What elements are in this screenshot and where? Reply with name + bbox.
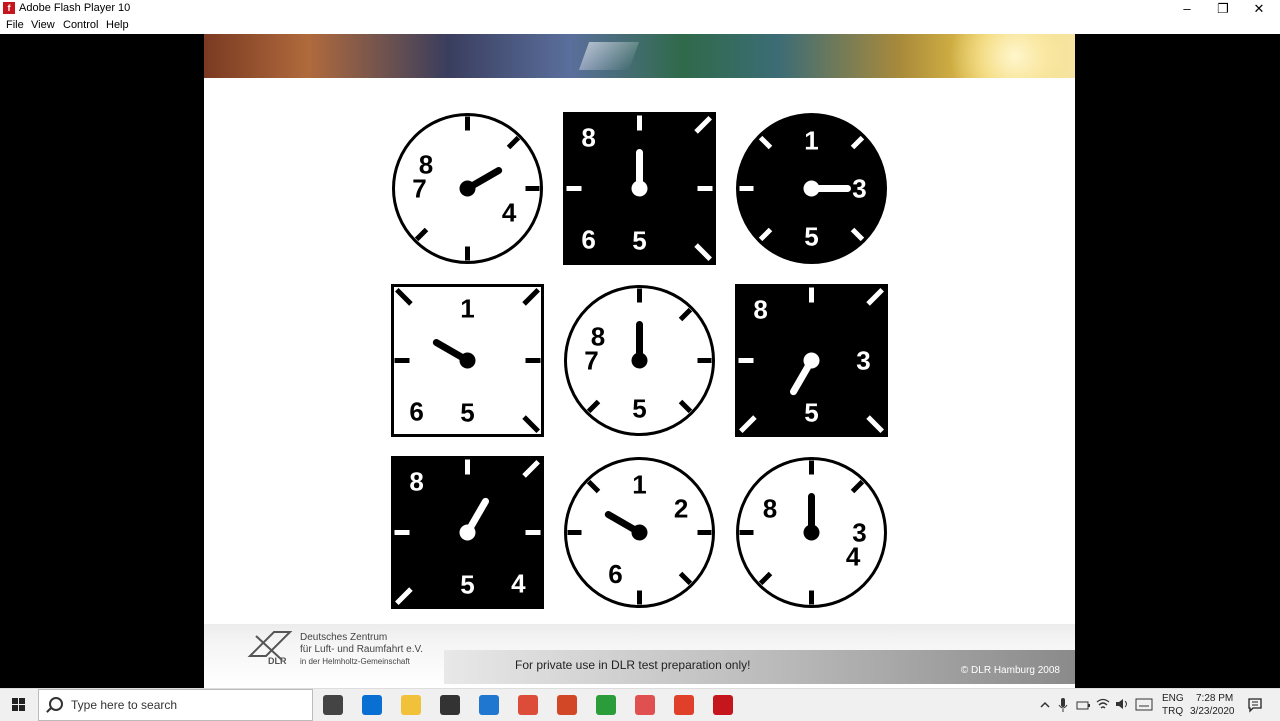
clock-hub <box>631 524 648 541</box>
clock-face-3: 1 3 5 <box>736 113 887 264</box>
clock-number: 8 <box>763 494 777 524</box>
clock-hub <box>803 180 820 197</box>
file-explorer-icon[interactable] <box>401 695 421 715</box>
org-name-line2: für Luft- und Raumfahrt e.V. <box>300 644 424 655</box>
clock-number: 1 <box>460 294 474 324</box>
clock-number: 2 <box>674 494 688 524</box>
clock-face-7: 8 5 4 <box>391 456 544 609</box>
search-icon <box>49 697 63 711</box>
menu-help[interactable]: Help <box>106 19 129 31</box>
menu-file[interactable]: File <box>6 19 24 31</box>
clock-number: 3 <box>856 346 870 376</box>
clock-face-6: 8 3 5 <box>735 284 888 437</box>
battery-icon[interactable] <box>1076 698 1090 712</box>
clock-number: 1 <box>632 470 646 500</box>
taskbar-search[interactable]: Type here to search <box>38 689 313 721</box>
clock-hub <box>459 352 476 369</box>
snipping-icon[interactable] <box>635 695 655 715</box>
clock-number: 7 <box>584 346 598 376</box>
clock-face-5: 875 <box>564 285 715 436</box>
private-use-notice: For private use in DLR test preparation … <box>515 658 751 672</box>
banner-image <box>204 34 1075 78</box>
window-title: Adobe Flash Player 10 <box>19 2 131 14</box>
language-indicator[interactable]: ENG <box>1162 693 1184 704</box>
windows-start-icon[interactable] <box>0 689 38 721</box>
clock-time[interactable]: 7:28 PM <box>1196 693 1233 704</box>
task-view-icon[interactable] <box>323 695 343 715</box>
clock-number: 3 <box>852 174 866 204</box>
volume-icon[interactable] <box>1115 697 1129 711</box>
clock-number: 5 <box>460 570 474 600</box>
clock-number: 1 <box>804 126 818 156</box>
flash-app-icon: f <box>3 2 15 14</box>
edge-icon[interactable] <box>362 695 382 715</box>
keyboard-layout[interactable]: TRQ <box>1162 706 1183 717</box>
clock-face-1: 874 <box>392 113 543 264</box>
org-name-line3: in der Helmholtz-Gemeinschaft <box>300 657 410 666</box>
mail-icon[interactable] <box>479 695 499 715</box>
clock-number: 8 <box>409 467 423 497</box>
minimize-button[interactable]: – <box>1169 0 1205 18</box>
notifications-icon[interactable] <box>1247 697 1263 713</box>
banner-aircraft-graphic <box>578 42 640 70</box>
powerpoint-icon[interactable] <box>557 695 577 715</box>
clock-number: 6 <box>608 559 622 589</box>
menu-view[interactable]: View <box>31 19 55 31</box>
clock-number: 7 <box>412 174 426 204</box>
close-button[interactable]: ✕ <box>1241 0 1277 18</box>
clock-number: 5 <box>632 226 646 256</box>
clock-face-4: 1 6 5 <box>391 284 544 437</box>
flash-stage: 874865135165875835854126834 DLR Deutsche… <box>204 34 1075 688</box>
clock-number: 6 <box>581 224 595 254</box>
clock-hub <box>631 180 648 197</box>
camtasia-icon[interactable] <box>596 695 616 715</box>
store-icon[interactable] <box>440 695 460 715</box>
clock-hub <box>803 352 820 369</box>
clock-hub <box>459 180 476 197</box>
clock-number: 5 <box>460 398 474 428</box>
clock-hub <box>803 524 820 541</box>
banner-sun-graphic <box>925 34 1075 78</box>
clock-puzzle-grid: 87486 513516 587583585 4126834 <box>391 112 888 609</box>
microphone-icon[interactable] <box>1058 697 1068 713</box>
menu-control[interactable]: Control <box>63 19 98 31</box>
chevron-up-icon[interactable] <box>1040 700 1050 710</box>
clock-number: 8 <box>753 295 767 325</box>
clock-face-8: 12 6 <box>564 457 715 608</box>
logo-text: DLR <box>268 656 287 666</box>
footer: DLR Deutsches Zentrum für Luft- und Raum… <box>204 624 1075 688</box>
wifi-icon[interactable] <box>1096 697 1110 711</box>
clock-date[interactable]: 3/23/2020 <box>1190 706 1235 717</box>
org-name-line1: Deutsches Zentrum <box>300 632 388 643</box>
title-bar: f Adobe Flash Player 10 – ❐ ✕ <box>0 0 1280 18</box>
creative-cloud-icon[interactable] <box>674 695 694 715</box>
clock-hub <box>459 524 476 541</box>
clock-number: 5 <box>632 394 646 424</box>
clock-number: 8 <box>581 123 595 153</box>
copyright-text: © DLR Hamburg 2008 <box>960 665 1060 676</box>
clock-number: 4 <box>846 542 861 572</box>
search-placeholder: Type here to search <box>71 698 178 712</box>
clock-number: 4 <box>502 198 517 228</box>
taskbar: Type here to search ENG TRQ 7:28 PM 3/23… <box>0 688 1280 721</box>
clock-number: 6 <box>409 396 423 426</box>
keyboard-icon[interactable] <box>1135 698 1153 711</box>
dlr-logo-icon: DLR <box>247 631 293 666</box>
flash-player-icon[interactable] <box>713 695 733 715</box>
clock-face-2: 8 6 5 <box>563 112 716 265</box>
clock-number: 5 <box>804 222 818 252</box>
clock-face-9: 834 <box>736 457 887 608</box>
chrome-icon[interactable] <box>518 695 538 715</box>
clock-hub <box>631 352 648 369</box>
clock-number: 5 <box>804 398 818 428</box>
clock-number: 4 <box>511 568 526 598</box>
restore-button[interactable]: ❐ <box>1205 0 1241 18</box>
menu-bar: File View Control Help <box>0 18 1280 34</box>
